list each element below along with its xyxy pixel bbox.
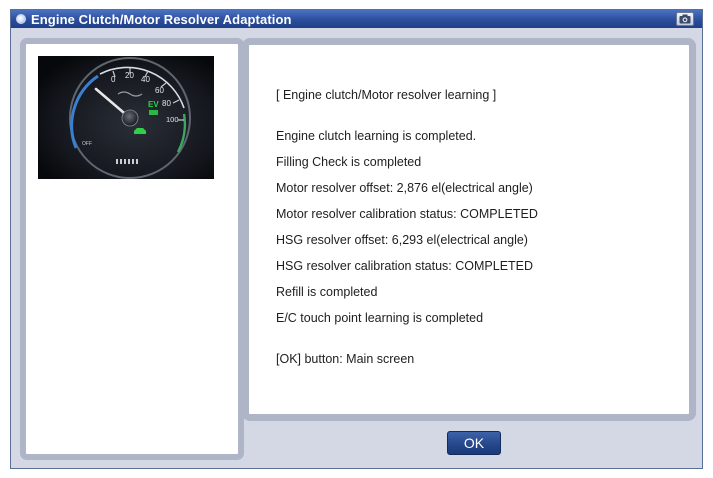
message-line: HSG resolver offset: 6,293 el(electrical… xyxy=(276,233,528,247)
message-line: Motor resolver offset: 2,876 el(electric… xyxy=(276,181,533,195)
message-panel: [ Engine clutch/Motor resolver learning … xyxy=(242,38,696,421)
camera-icon[interactable] xyxy=(676,12,694,26)
app-icon xyxy=(16,14,26,24)
gauge-tick-20: 20 xyxy=(125,71,134,80)
gauge-tick-100: 100 xyxy=(166,115,179,124)
ok-button[interactable]: OK xyxy=(447,431,501,455)
window-title: Engine Clutch/Motor Resolver Adaptation xyxy=(31,11,292,27)
message-header: [ Engine clutch/Motor resolver learning … xyxy=(276,88,497,102)
title-bar: Engine Clutch/Motor Resolver Adaptation xyxy=(11,10,702,28)
message-line: HSG resolver calibration status: COMPLET… xyxy=(276,259,534,273)
gauge-off-label: OFF xyxy=(82,141,92,147)
message-line: E/C touch point learning is completed xyxy=(276,311,484,325)
image-panel: 0 20 40 60 80 100 EV OFF xyxy=(20,38,244,460)
message-line: Engine clutch learning is completed. xyxy=(276,129,477,143)
gauge-tick-40: 40 xyxy=(141,75,150,84)
adaptation-window: Engine Clutch/Motor Resolver Adaptation xyxy=(10,9,703,469)
gauge-ev-label: EV xyxy=(148,100,159,109)
gauge-tick-60: 60 xyxy=(155,86,164,95)
speedometer-image: 0 20 40 60 80 100 EV OFF xyxy=(38,56,214,179)
gauge-tick-80: 80 xyxy=(162,99,171,108)
gauge-tick-0: 0 xyxy=(111,75,116,84)
message-line: Refill is completed xyxy=(276,285,378,299)
message-footer: [OK] button: Main screen xyxy=(276,352,415,366)
message-line: Motor resolver calibration status: COMPL… xyxy=(276,207,538,221)
message-line: Filling Check is completed xyxy=(276,155,422,169)
